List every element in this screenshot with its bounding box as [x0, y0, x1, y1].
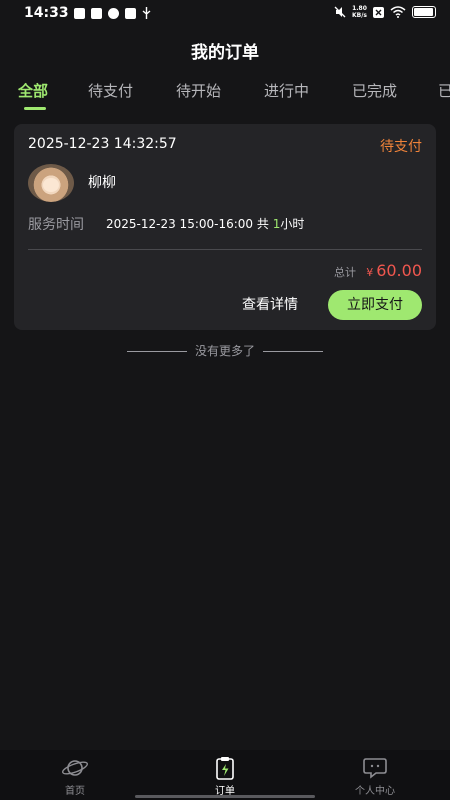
bottom-nav: 首页 订单 个人中心: [0, 750, 450, 800]
status-bar: 14:33 1.80 KB/s: [0, 0, 450, 28]
service-time-label: 服务时间: [28, 217, 84, 233]
staff-name: 柳柳: [88, 175, 116, 191]
usb-icon: [142, 7, 151, 19]
status-time: 14:33: [24, 5, 69, 21]
divider: [28, 249, 422, 250]
planet-icon: [62, 760, 88, 776]
nav-home[interactable]: 首页: [35, 756, 115, 797]
page-title: 我的订单: [191, 43, 259, 63]
mute-icon: [334, 6, 346, 18]
x-box-icon: [373, 6, 384, 18]
mail-icon: [91, 7, 102, 19]
tab-overflow[interactable]: 已: [438, 80, 450, 101]
wifi-icon: [390, 6, 406, 18]
tab-completed[interactable]: 已完成: [352, 80, 397, 101]
tab-all[interactable]: 全部: [18, 80, 48, 101]
tab-not-started[interactable]: 待开始: [176, 80, 221, 101]
net-speed: 1.80 KB/s: [352, 5, 367, 19]
nav-orders[interactable]: 订单: [185, 756, 265, 797]
pay-now-button[interactable]: 立即支付: [328, 290, 422, 320]
tab-pending-payment[interactable]: 待支付: [88, 80, 133, 101]
nav-profile[interactable]: 个人中心: [335, 756, 415, 797]
order-status-badge: 待支付: [380, 139, 422, 155]
tab-in-progress[interactable]: 进行中: [264, 80, 309, 101]
telegram-icon: [125, 7, 136, 19]
chat-face-icon: [363, 758, 387, 779]
avatar: [28, 164, 74, 202]
order-card[interactable]: 2025-12-23 14:32:57 待支付 柳柳 服务时间 2025-12-…: [14, 124, 436, 330]
active-tab-indicator: [24, 107, 46, 110]
battery-icon: [412, 6, 436, 18]
total-price: ¥60.00: [366, 261, 422, 280]
no-more-indicator: 没有更多了: [0, 342, 450, 359]
clipboard-bolt-icon: [216, 757, 234, 780]
total-label: 总计: [334, 266, 356, 279]
view-details-button[interactable]: 查看详情: [228, 290, 312, 320]
service-time-value: 2025-12-23 15:00-16:00 共 1小时: [106, 217, 305, 231]
order-tabs: 全部 待支付 待开始 进行中 已完成 已: [0, 80, 450, 110]
order-datetime: 2025-12-23 14:32:57: [28, 136, 177, 152]
home-indicator[interactable]: [135, 795, 315, 798]
app-icon: [108, 7, 119, 19]
check-icon: [74, 7, 85, 19]
